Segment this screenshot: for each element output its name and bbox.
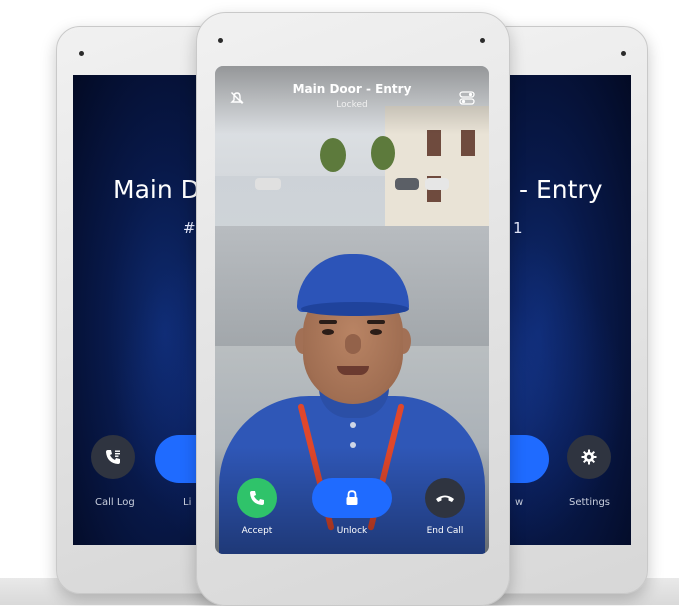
- right-subtitle: 1: [513, 219, 523, 237]
- unlock-button[interactable]: [312, 478, 392, 518]
- accept-button[interactable]: [237, 478, 277, 518]
- call-log-label: Call Log: [95, 497, 135, 508]
- end-call-button[interactable]: [425, 478, 465, 518]
- end-call-icon: [436, 495, 454, 502]
- gear-icon: [581, 449, 597, 465]
- lock-icon: [346, 490, 358, 505]
- unlock-label: Unlock: [336, 526, 368, 536]
- phone-icon: [250, 491, 264, 505]
- front-tablet-camera-right: [480, 38, 485, 43]
- settings-label: Settings: [569, 497, 611, 508]
- video-feed: Main Door - Entry Locked Accept Unlock E…: [215, 66, 489, 554]
- front-tablet-camera-left: [218, 38, 223, 43]
- settings-button[interactable]: [567, 435, 611, 479]
- lock-status: Locked: [336, 100, 368, 110]
- right-left-label: w: [515, 497, 524, 508]
- left-second-label: Li: [183, 497, 192, 508]
- right-tablet-camera: [621, 51, 626, 56]
- left-subtitle: #: [183, 219, 196, 237]
- door-name: Main Door - Entry: [292, 82, 412, 96]
- right-title: - Entry: [519, 175, 603, 204]
- toggle-button[interactable]: [457, 88, 477, 108]
- toggle-icon: [459, 91, 475, 105]
- left-tablet-camera: [79, 51, 84, 56]
- call-log-button[interactable]: [91, 435, 135, 479]
- call-log-icon: [106, 450, 120, 464]
- accept-label: Accept: [241, 526, 273, 536]
- end-call-label: End Call: [426, 526, 464, 536]
